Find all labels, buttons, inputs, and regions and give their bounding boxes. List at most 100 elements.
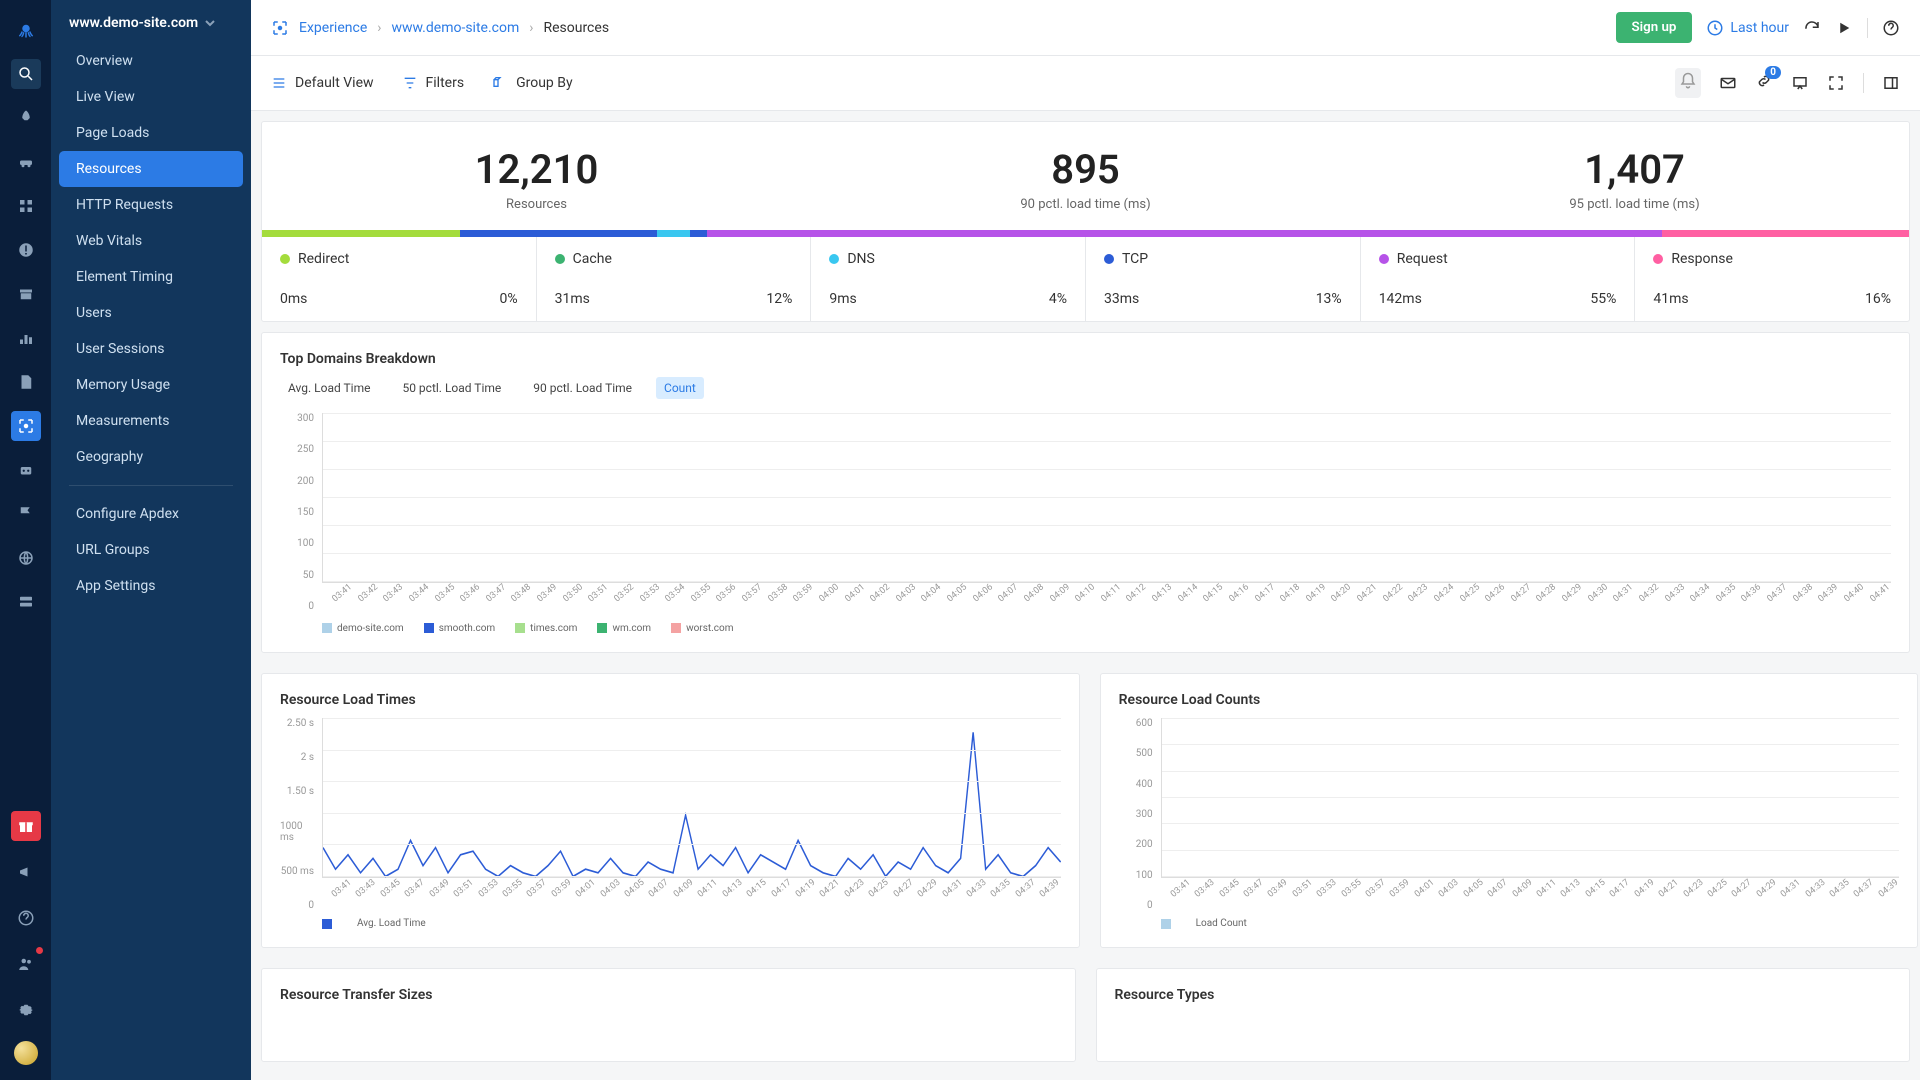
grid-icon[interactable] xyxy=(11,191,41,221)
chart-tab[interactable]: 50 pctl. Load Time xyxy=(394,377,509,399)
y-tick: 1000 ms xyxy=(280,821,314,843)
kpi: 89590 pctl. load time (ms) xyxy=(811,146,1360,212)
breadcrumb-experience[interactable]: Experience xyxy=(299,20,367,36)
timing-ms: 0ms xyxy=(280,291,307,307)
x-tick: 04:23 xyxy=(1682,878,1706,900)
sidebar-item-user-sessions[interactable]: User Sessions xyxy=(51,331,251,367)
x-tick: 03:45 xyxy=(433,582,458,605)
x-tick: 04:24 xyxy=(1432,582,1457,605)
sidebar-item-web-vitals[interactable]: Web Vitals xyxy=(51,223,251,259)
filters-button[interactable]: Filters xyxy=(402,75,465,91)
legend-item: worst.com xyxy=(671,623,733,634)
play-icon[interactable] xyxy=(1835,19,1853,37)
rocket-icon[interactable] xyxy=(11,103,41,133)
load-times-card: Resource Load Times 2.50 s2 s1.50 s1000 … xyxy=(261,673,1080,948)
content-scroll[interactable]: 12,210Resources89590 pctl. load time (ms… xyxy=(251,111,1920,1080)
search-icon[interactable] xyxy=(11,59,41,89)
sidebar-item-element-timing[interactable]: Element Timing xyxy=(51,259,251,295)
chart-tab[interactable]: Avg. Load Time xyxy=(280,377,378,399)
sidebar-item-page-loads[interactable]: Page Loads xyxy=(51,115,251,151)
x-tick: 03:41 xyxy=(330,582,355,605)
panel-icon[interactable] xyxy=(1882,74,1900,92)
sidebar-item-resources[interactable]: Resources xyxy=(59,151,243,187)
sidebar-item-overview[interactable]: Overview xyxy=(51,43,251,79)
y-tick: 50 xyxy=(303,570,314,581)
x-tick: 04:27 xyxy=(1509,582,1534,605)
card-title: Top Domains Breakdown xyxy=(280,351,1891,367)
top-domains-card: Top Domains Breakdown Avg. Load Time 50 p… xyxy=(261,332,1910,653)
gift-icon[interactable] xyxy=(11,811,41,841)
x-tick: 04:10 xyxy=(1073,582,1098,605)
x-tick: 04:11 xyxy=(1099,582,1124,605)
y-tick: 200 xyxy=(1136,839,1153,850)
sidebar-item-app-settings[interactable]: App Settings xyxy=(51,568,251,604)
breadcrumb-current: Resources xyxy=(543,20,609,36)
help-circle-icon[interactable] xyxy=(1882,19,1900,37)
load-times-chart: 2.50 s2 s1.50 s1000 ms500 ms0 03:4103:43… xyxy=(280,718,1061,929)
site-selector[interactable]: www.demo-site.com xyxy=(51,15,251,43)
sidebar-item-memory-usage[interactable]: Memory Usage xyxy=(51,367,251,403)
timing-ms: 33ms xyxy=(1104,291,1139,307)
breadcrumb-site[interactable]: www.demo-site.com xyxy=(391,20,519,36)
archive-icon[interactable] xyxy=(11,279,41,309)
sidebar-item-users[interactable]: Users xyxy=(51,295,251,331)
chart-tab[interactable]: Count xyxy=(656,377,704,399)
megaphone-icon[interactable] xyxy=(11,857,41,887)
y-tick: 250 xyxy=(297,444,314,455)
x-tick: 04:41 xyxy=(1868,582,1893,605)
document-icon[interactable] xyxy=(11,367,41,397)
gear-icon[interactable] xyxy=(11,995,41,1025)
experience-icon[interactable] xyxy=(11,411,41,441)
sidebar-item-http-requests[interactable]: HTTP Requests xyxy=(51,187,251,223)
timing-cell-tcp: TCP33ms13% xyxy=(1086,237,1361,321)
mail-icon[interactable] xyxy=(1719,74,1737,92)
bell-button[interactable] xyxy=(1675,68,1701,98)
presentation-icon[interactable] xyxy=(1791,74,1809,92)
users-icon[interactable] xyxy=(11,949,41,979)
sidebar-item-geography[interactable]: Geography xyxy=(51,439,251,475)
logo-icon[interactable] xyxy=(11,15,41,45)
breadcrumb: Experience › www.demo-site.com › Resourc… xyxy=(271,19,609,37)
sidebar-item-configure-apdex[interactable]: Configure Apdex xyxy=(51,496,251,532)
kpi-label: 95 pctl. load time (ms) xyxy=(1360,197,1909,212)
link-button[interactable]: 0 xyxy=(1755,72,1773,94)
timing-name: TCP xyxy=(1122,251,1148,267)
x-tick: 04:37 xyxy=(1852,878,1876,900)
car-icon[interactable] xyxy=(11,147,41,177)
sidebar-item-live-view[interactable]: Live View xyxy=(51,79,251,115)
icon-rail xyxy=(0,0,51,1080)
server-icon[interactable] xyxy=(11,587,41,617)
avatar[interactable] xyxy=(14,1041,38,1065)
x-tick: 04:25 xyxy=(1458,582,1483,605)
flag-icon[interactable] xyxy=(11,499,41,529)
x-tick: 04:15 xyxy=(1584,878,1608,900)
timing-name: Response xyxy=(1671,251,1733,267)
x-tick: 04:13 xyxy=(1559,878,1583,900)
chart-icon[interactable] xyxy=(11,323,41,353)
time-range-selector[interactable]: Last hour xyxy=(1706,19,1789,37)
resource-types-card: Resource Types xyxy=(1096,968,1911,1062)
alert-icon[interactable] xyxy=(11,235,41,265)
timing-name: DNS xyxy=(847,251,875,267)
sidebar-item-url-groups[interactable]: URL Groups xyxy=(51,532,251,568)
x-tick: 04:32 xyxy=(1637,582,1662,605)
x-tick: 04:04 xyxy=(919,582,944,605)
kpi-value: 1,407 xyxy=(1360,146,1909,193)
x-tick: 04:34 xyxy=(1688,582,1713,605)
refresh-icon[interactable] xyxy=(1803,19,1821,37)
timing-cell-redirect: Redirect0ms0% xyxy=(262,237,537,321)
globe-icon[interactable] xyxy=(11,543,41,573)
timing-ms: 142ms xyxy=(1379,291,1422,307)
fullscreen-icon[interactable] xyxy=(1827,74,1845,92)
help-icon[interactable] xyxy=(11,903,41,933)
default-view-button[interactable]: Default View xyxy=(271,75,374,91)
sidebar-item-measurements[interactable]: Measurements xyxy=(51,403,251,439)
x-tick: 03:46 xyxy=(458,582,483,605)
card-title: Resource Load Times xyxy=(280,692,1061,708)
groupby-button[interactable]: Group By xyxy=(492,75,573,91)
x-tick: 03:54 xyxy=(663,582,688,605)
chart-tab[interactable]: 90 pctl. Load Time xyxy=(525,377,640,399)
x-tick: 03:48 xyxy=(509,582,534,605)
signup-button[interactable]: Sign up xyxy=(1616,12,1693,43)
robot-icon[interactable] xyxy=(11,455,41,485)
